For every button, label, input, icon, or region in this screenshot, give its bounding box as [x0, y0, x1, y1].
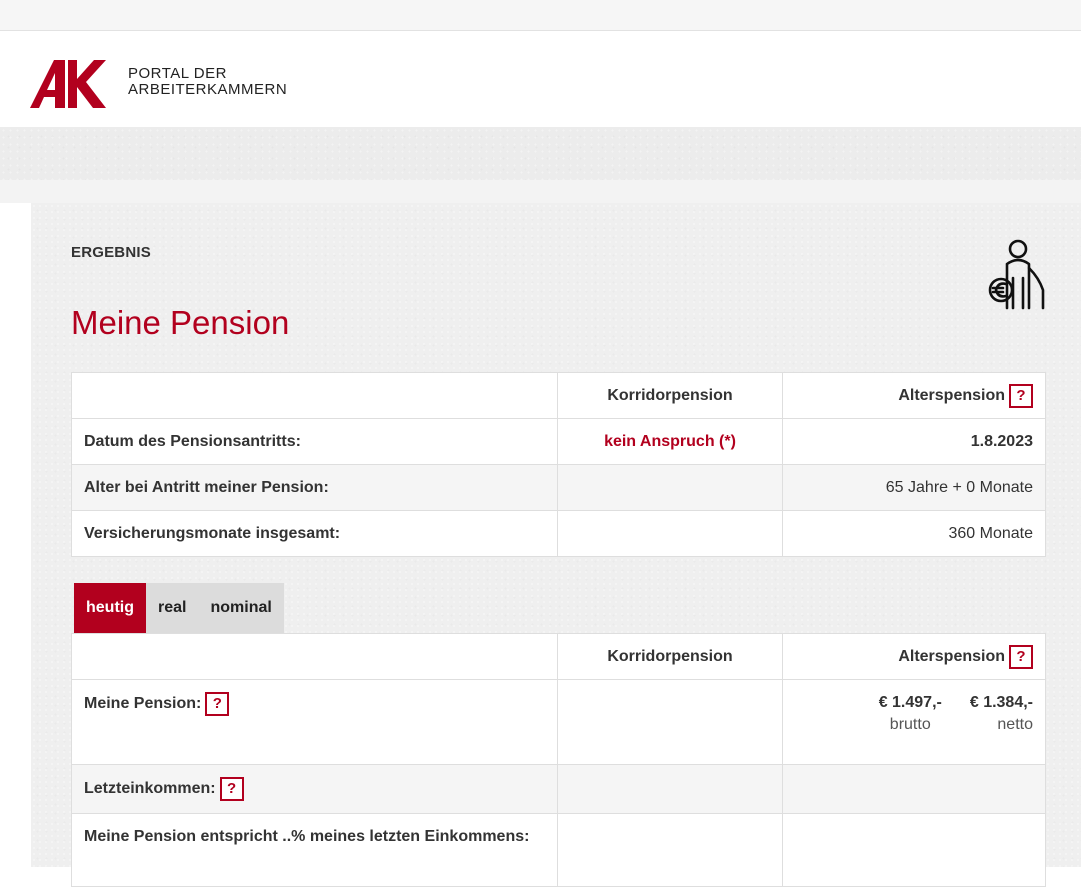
table-row: Versicherungsmonate insgesamt: 360 Monat… — [71, 510, 1046, 557]
letzteinkommen-help-button[interactable]: ? — [219, 777, 244, 801]
row-label: Datum des Pensionsantritts: — [71, 418, 558, 465]
alters-value: 65 Jahre + 0 Monate — [782, 464, 1046, 511]
pension-summary-table: Korridorpension Alterspension? Datum des… — [71, 372, 1046, 557]
tab-heutig[interactable]: heutig — [74, 583, 146, 633]
meine-pension-help-button[interactable]: ? — [205, 692, 230, 716]
table-row: Alter bei Antritt meiner Pension: 65 Jah… — [71, 464, 1046, 511]
row-label: Meine Pension: — [84, 695, 202, 713]
row-label: Letzteinkommen: — [84, 780, 216, 798]
brutto-label: brutto — [889, 716, 931, 733]
brand-line-1: PORTAL DER — [128, 65, 227, 82]
korridor-value — [557, 679, 783, 765]
alters-value — [782, 813, 1046, 887]
table-row: Meine Pension entspricht ..% meines letz… — [71, 813, 1046, 887]
korridor-value — [557, 510, 783, 557]
korridor-value — [557, 813, 783, 887]
pension-amount-table: Korridorpension Alterspension? Meine Pen… — [71, 633, 1046, 887]
ak-logo[interactable] — [30, 60, 106, 108]
alterspension-help-button[interactable]: ? — [1009, 383, 1033, 408]
header-alterspension: Alterspension? — [782, 633, 1046, 680]
alters-amounts: € 1.497,- brutto € 1.384,- netto — [782, 679, 1046, 765]
tab-nominal[interactable]: nominal — [198, 583, 284, 633]
header-korridorpension: Korridorpension — [557, 633, 783, 680]
alters-value: 1.8.2023 — [782, 418, 1046, 465]
korridor-value — [557, 764, 783, 814]
brutto-block: € 1.497,- brutto — [879, 692, 942, 736]
header-alterspension-label: Alterspension — [898, 647, 1005, 665]
header-korridorpension: Korridorpension — [557, 372, 783, 419]
row-label-cell: Meine Pension:? — [71, 679, 558, 765]
netto-block: € 1.384,- netto — [970, 692, 1033, 736]
header-empty — [71, 372, 558, 419]
row-label: Alter bei Antritt meiner Pension: — [71, 464, 558, 511]
spacer-band — [0, 180, 1081, 203]
netto-amount: € 1.384,- — [969, 694, 1033, 711]
netto-label: netto — [997, 716, 1033, 733]
header-alterspension: Alterspension? — [782, 372, 1046, 419]
alterspension-help-button[interactable]: ? — [1009, 644, 1033, 669]
table-header-row: Korridorpension Alterspension? — [71, 372, 1046, 419]
tab-real[interactable]: real — [146, 583, 199, 633]
row-label: Versicherungsmonate insgesamt: — [71, 510, 558, 557]
brand-name[interactable]: PORTAL DER ARBEITERKAMMERN — [128, 66, 287, 98]
brand-line-2: ARBEITERKAMMERN — [128, 81, 288, 98]
alters-value: 360 Monate — [782, 510, 1046, 557]
table-header-row: Korridorpension Alterspension? — [71, 633, 1046, 680]
table-row: Datum des Pensionsantritts: kein Anspruc… — [71, 418, 1046, 465]
page-title: Meine Pension — [71, 304, 290, 341]
korridor-value — [557, 464, 783, 511]
top-bar — [0, 0, 1081, 31]
brutto-amount: € 1.497,- — [878, 694, 942, 711]
korridor-value: kein Anspruch (*) — [557, 418, 783, 465]
result-eyebrow: ERGEBNIS — [71, 244, 151, 261]
value-mode-tabs: heutig real nominal — [74, 583, 284, 633]
row-label-cell: Letzteinkommen:? — [71, 764, 558, 814]
header-empty — [71, 633, 558, 680]
table-row: Letzteinkommen:? — [71, 764, 1046, 814]
alters-value — [782, 764, 1046, 814]
header-alterspension-label: Alterspension — [898, 386, 1005, 404]
pensioner-euro-icon — [988, 239, 1045, 310]
hero-band — [0, 127, 1081, 180]
row-label: Meine Pension entspricht ..% meines letz… — [71, 813, 558, 887]
table-row: Meine Pension:? € 1.497,- brutto € 1.384… — [71, 679, 1046, 765]
